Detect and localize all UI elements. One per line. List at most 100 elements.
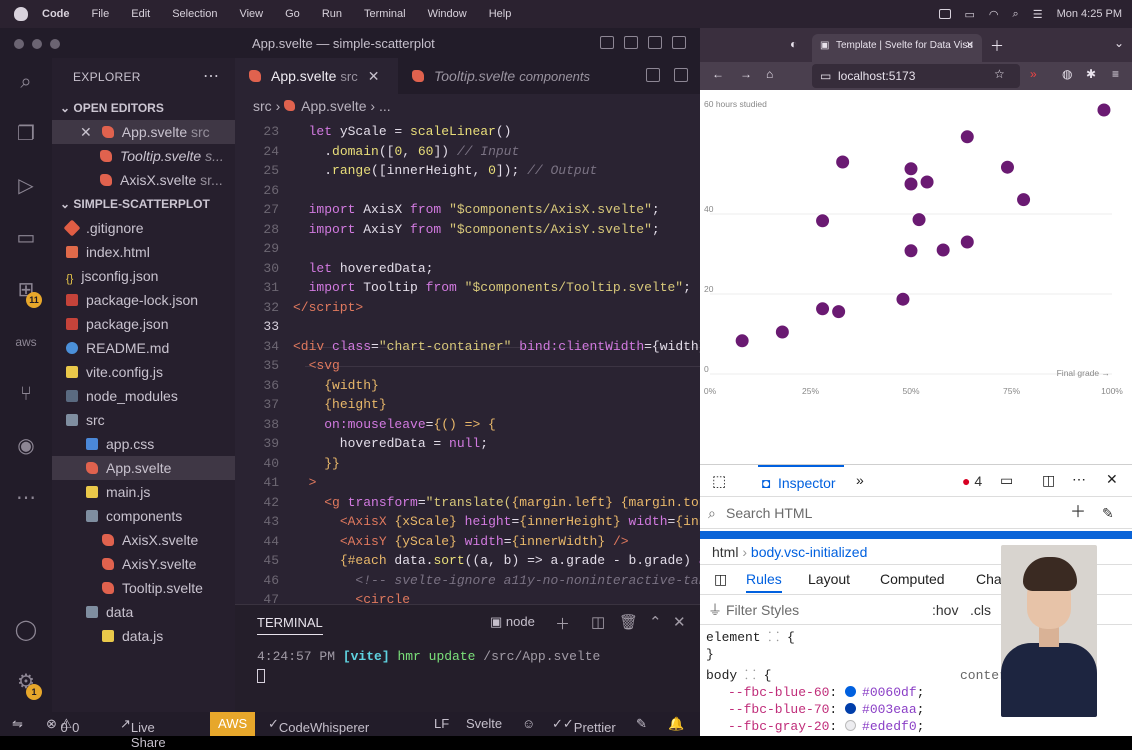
data-point[interactable]: [815, 301, 831, 317]
toggle-panel-icon[interactable]: [624, 36, 638, 49]
extension-icon[interactable]: »: [1030, 67, 1037, 81]
source-control-icon[interactable]: ⑂: [14, 382, 38, 406]
css-var-row[interactable]: --fbc-blue-60: #0060df;: [706, 684, 924, 701]
selected-node-highlight[interactable]: [700, 531, 1132, 539]
cls-toggle[interactable]: .cls: [970, 595, 991, 625]
search-html-input[interactable]: ⌕ Search HTML ＋ ✎: [700, 497, 1132, 529]
extensions-menu-icon[interactable]: ✱: [1086, 67, 1096, 81]
prettier-status[interactable]: ✓✓ Prettier: [552, 716, 616, 735]
sidebar-toggle-icon[interactable]: ◫: [714, 571, 727, 588]
data-point[interactable]: [831, 304, 847, 320]
menu-window[interactable]: Window: [428, 8, 467, 20]
file-vite-config[interactable]: vite.config.js: [52, 360, 235, 384]
aws-status[interactable]: AWS: [210, 712, 256, 736]
tab-layout[interactable]: Layout: [808, 571, 850, 587]
data-point[interactable]: [815, 213, 831, 229]
breadcrumb-file[interactable]: App.svelte: [301, 98, 366, 114]
url-bar[interactable]: ▭ localhost:5173: [812, 64, 1020, 88]
add-node-icon[interactable]: ＋: [1070, 497, 1086, 529]
close-dot[interactable]: [14, 39, 24, 49]
data-point[interactable]: [959, 234, 975, 250]
rule-source[interactable]: conter: [960, 667, 1007, 684]
menu-run[interactable]: Run: [322, 8, 342, 20]
new-terminal-icon[interactable]: ＋: [555, 613, 570, 634]
split-editor-icon[interactable]: [674, 68, 688, 82]
copilot-icon[interactable]: ☺: [522, 716, 535, 731]
menu-app[interactable]: Code: [42, 8, 70, 20]
menu-help[interactable]: Help: [489, 8, 512, 20]
folder-src[interactable]: src: [52, 408, 235, 432]
aws-icon[interactable]: aws: [14, 330, 38, 354]
close-icon[interactable]: ✕: [80, 124, 92, 140]
menu-edit[interactable]: Edit: [131, 8, 150, 20]
toggle-secondary-sidebar-icon[interactable]: [648, 36, 662, 49]
error-icon[interactable]: ● 4: [962, 473, 982, 489]
overflow-menu-icon[interactable]: ≡: [1112, 67, 1119, 81]
menu-view[interactable]: View: [239, 8, 263, 20]
more-icon[interactable]: ⋯: [14, 486, 38, 510]
close-panel-icon[interactable]: ✕: [673, 613, 686, 631]
tab-rules[interactable]: Rules: [746, 571, 782, 593]
remote-explorer-icon[interactable]: ▭: [14, 226, 38, 250]
data-point[interactable]: [903, 176, 919, 192]
trash-icon[interactable]: 🗑: [619, 613, 638, 631]
codewhisperer-status[interactable]: ✓ CodeWhisperer: [268, 716, 369, 735]
folder-data[interactable]: data: [52, 600, 235, 624]
data-point[interactable]: [1016, 192, 1032, 208]
accounts-icon[interactable]: ◯: [14, 618, 38, 642]
project-section[interactable]: ⌄ SIMPLE-SCATTERPLOT: [52, 192, 235, 216]
toggle-sidebar-icon[interactable]: [600, 36, 614, 49]
apple-icon[interactable]: [14, 7, 28, 21]
customize-layout-icon[interactable]: [672, 36, 686, 49]
element-picker-icon[interactable]: ⬚: [712, 472, 726, 490]
minimize-dot[interactable]: [32, 39, 42, 49]
breadcrumb-more[interactable]: ...: [379, 98, 391, 114]
data-point[interactable]: [774, 324, 790, 340]
data-point[interactable]: [1096, 102, 1112, 118]
crumb-body[interactable]: body.vsc-initialized: [751, 544, 867, 560]
file-axisx[interactable]: AxisX.svelte: [52, 528, 235, 552]
menubar-clock[interactable]: Mon 4:25 PM: [1057, 8, 1122, 20]
open-editor-app[interactable]: ✕ App.svelte src: [52, 120, 235, 144]
remote-icon[interactable]: ⇋: [12, 716, 23, 732]
crumb-html[interactable]: html: [712, 544, 738, 560]
spotlight-icon[interactable]: ⌕: [1013, 8, 1019, 21]
live-share-button[interactable]: ↗ Live Share: [120, 716, 166, 750]
battery-icon[interactable]: ▭: [965, 8, 975, 21]
close-icon[interactable]: ✕: [368, 68, 380, 84]
new-tab-icon[interactable]: ＋: [990, 36, 1004, 56]
terminal-shell-label[interactable]: ▣ node: [490, 614, 535, 630]
responsive-icon[interactable]: ▭: [1000, 472, 1013, 489]
css-var-row[interactable]: --fbc-blue-70: #003eaa;: [706, 701, 924, 718]
split-terminal-icon[interactable]: ◫: [591, 613, 605, 631]
data-point[interactable]: [959, 129, 975, 145]
dock-icon[interactable]: ◫: [1042, 472, 1055, 489]
bookmark-star-icon[interactable]: ☆: [994, 67, 1005, 81]
file-app-svelte[interactable]: App.svelte: [52, 456, 235, 480]
file-jsconfig[interactable]: {} jsconfig.json: [52, 264, 235, 288]
element-rule[interactable]: element ⸬ {: [706, 629, 924, 646]
data-point[interactable]: [895, 291, 911, 307]
explorer-more-icon[interactable]: ⋯: [203, 66, 219, 86]
data-point[interactable]: [903, 161, 919, 177]
spotify-icon[interactable]: ◉: [14, 434, 38, 458]
data-point[interactable]: [919, 174, 935, 190]
code-editor[interactable]: 23 24 25 26 27 28 29 30 31 32 33 34 35 36 37 38 39 40 41 42…: [235, 118, 700, 604]
menu-selection[interactable]: Selection: [172, 8, 217, 20]
file-main-js[interactable]: main.js: [52, 480, 235, 504]
data-point[interactable]: [935, 242, 951, 258]
run-debug-icon[interactable]: ▷: [14, 174, 38, 198]
tab-computed[interactable]: Computed: [880, 571, 945, 587]
folder-node-modules[interactable]: node_modules: [52, 384, 235, 408]
file-axisy[interactable]: AxisY.svelte: [52, 552, 235, 576]
control-center-icon[interactable]: ☰: [1033, 8, 1043, 21]
devtools-menu-icon[interactable]: ⋯: [1072, 471, 1086, 488]
more-tools-icon[interactable]: »: [856, 472, 864, 488]
zoom-dot[interactable]: [50, 39, 60, 49]
data-point[interactable]: [835, 154, 851, 170]
data-point[interactable]: [734, 333, 750, 349]
back-icon[interactable]: ←: [712, 67, 724, 81]
data-point[interactable]: [903, 243, 919, 259]
file-tooltip[interactable]: Tooltip.svelte: [52, 576, 235, 600]
chevron-up-icon[interactable]: ⌃: [649, 613, 662, 631]
